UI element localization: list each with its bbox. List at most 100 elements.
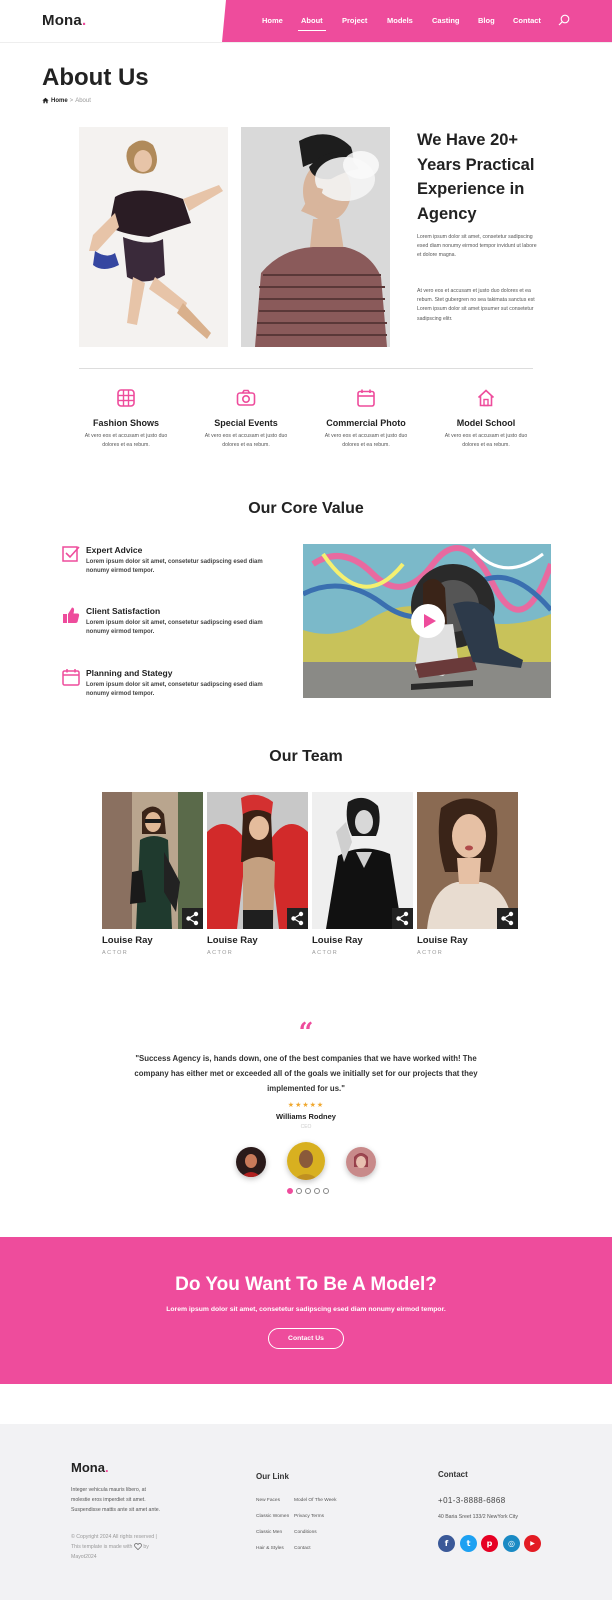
testimonial-pagination <box>287 1188 329 1194</box>
breadcrumb-home[interactable]: Home <box>51 98 68 104</box>
footer-copyright: © Copyright 2024 All rights reserved | T… <box>71 1534 157 1560</box>
section-divider <box>79 368 533 369</box>
value-desc: Lorem ipsum dolor sit amet, consetetur s… <box>86 682 263 697</box>
value-title: Expert Advice <box>86 545 143 555</box>
nav-casting[interactable]: Casting <box>432 16 460 25</box>
pagination-dot[interactable] <box>323 1188 329 1194</box>
breadcrumb-separator: > <box>69 97 74 104</box>
team-title: Our Team <box>269 748 343 765</box>
footer-link[interactable]: Conditions <box>294 1530 317 1535</box>
calendar-icon <box>62 669 80 686</box>
testimonial-author: Williams Rodney <box>276 1112 336 1121</box>
pagination-dot[interactable] <box>305 1188 311 1194</box>
facebook-icon[interactable]: f <box>438 1535 455 1552</box>
footer-link[interactable]: Hair & Styles <box>256 1546 284 1551</box>
intro-paragraph-2: At vero eos et accusam et justo duo dolo… <box>417 288 535 322</box>
footer-link[interactable]: New Faces <box>256 1498 280 1503</box>
footer-phone: +01-3-8888-6868 <box>438 1496 506 1505</box>
dancer-photo <box>79 127 228 347</box>
member-role: ACTOR <box>102 950 129 956</box>
checkbox-icon <box>62 546 80 562</box>
smoking-man-photo <box>241 127 390 347</box>
testimonial-avatar[interactable] <box>236 1147 266 1177</box>
calendar-icon <box>357 389 375 407</box>
member-photo <box>312 792 413 929</box>
nav-home[interactable]: Home <box>262 16 283 25</box>
footer-about: Integer vehicula mauris libero, at moles… <box>71 1487 161 1513</box>
breadcrumb-current: About <box>75 97 91 104</box>
member-role: ACTOR <box>312 950 339 956</box>
pinterest-icon[interactable]: p <box>481 1535 498 1552</box>
page-title: About Us <box>42 64 149 91</box>
value-title: Planning and Stategy <box>86 668 173 678</box>
share-icon <box>291 911 304 926</box>
nav-project[interactable]: Project <box>342 16 367 25</box>
share-icon <box>186 911 199 926</box>
instagram-icon[interactable]: ◎ <box>503 1535 520 1552</box>
contact-us-button[interactable]: Contact Us <box>268 1328 344 1349</box>
service-title: Commercial Photo <box>326 418 406 428</box>
footer-link[interactable]: Classic Women <box>256 1514 289 1519</box>
team-member-card: Louise Ray ACTOR <box>417 792 518 956</box>
thumbs-up-icon <box>63 607 80 623</box>
member-name: Louise Ray <box>417 935 468 946</box>
share-button[interactable] <box>182 908 203 929</box>
camera-icon <box>236 389 256 406</box>
service-title: Fashion Shows <box>92 418 159 428</box>
footer-link[interactable]: Contact <box>294 1546 311 1551</box>
team-member-card: Louise Ray ACTOR <box>102 792 203 956</box>
member-name: Louise Ray <box>312 935 363 946</box>
site-footer: Mona. Integer vehicula mauris libero, at… <box>0 1424 612 1600</box>
footer-link[interactable]: Model Of The Week <box>294 1498 336 1503</box>
cta-title: Do You Want To Be A Model? <box>175 1274 437 1295</box>
cta-banner: Do You Want To Be A Model? Lorem ipsum d… <box>0 1237 612 1384</box>
share-button[interactable] <box>287 908 308 929</box>
cta-text: Lorem ipsum dolor sit amet, consetetur s… <box>166 1306 446 1313</box>
footer-contact-title: Contact <box>438 1470 468 1479</box>
testimonial-author-role: CEO <box>300 1124 312 1130</box>
testimonial-avatar[interactable] <box>346 1147 376 1177</box>
share-button[interactable] <box>497 908 518 929</box>
team-member-card: Louise Ray ACTOR <box>312 792 413 956</box>
service-title: Special Events <box>214 418 278 428</box>
testimonial-avatar-active[interactable] <box>287 1142 325 1180</box>
play-button[interactable] <box>411 604 445 638</box>
heart-icon <box>133 1543 142 1551</box>
service-desc: At vero eos et accusam et justo duo dolo… <box>444 433 528 448</box>
video-thumbnail[interactable] <box>303 544 551 698</box>
intro-heading: We Have 20+ Years Practical Experience i… <box>417 131 535 223</box>
value-desc: Lorem ipsum dolor sit amet, consetetur s… <box>86 559 263 574</box>
pagination-dot[interactable] <box>296 1188 302 1194</box>
share-button[interactable] <box>392 908 413 929</box>
footer-address: 40 Baria Sreet 133/2 NewYork City <box>438 1514 518 1520</box>
member-photo <box>102 792 203 929</box>
pagination-dot[interactable] <box>314 1188 320 1194</box>
service-fashion-shows: Fashion Shows At vero eos et accusam et … <box>78 388 174 450</box>
footer-link[interactable]: Classic Men <box>256 1530 282 1535</box>
core-value-title: Our Core Value <box>248 500 364 517</box>
site-logo[interactable]: Mona. <box>42 12 86 29</box>
service-desc: At vero eos et accusam et justo duo dolo… <box>324 433 408 448</box>
member-photo <box>417 792 518 929</box>
pagination-dot[interactable] <box>287 1188 293 1194</box>
testimonial-quote: "Success Agency is, hands down, one of t… <box>134 1054 478 1093</box>
nav-blog[interactable]: Blog <box>478 16 495 25</box>
service-desc: At vero eos et accusam et justo duo dolo… <box>204 433 288 448</box>
nav-contact[interactable]: Contact <box>513 16 541 25</box>
nav-models[interactable]: Models <box>387 16 413 25</box>
member-role: ACTOR <box>207 950 234 956</box>
youtube-icon[interactable]: ▶ <box>524 1535 541 1552</box>
footer-link[interactable]: Privacy Terms <box>294 1514 324 1519</box>
team-member-card: Louise Ray ACTOR <box>207 792 308 956</box>
site-header: Mona. Home About Project Models Casting … <box>0 0 612 43</box>
member-role: ACTOR <box>417 950 444 956</box>
search-icon[interactable] <box>558 14 570 26</box>
member-photo <box>207 792 308 929</box>
value-title: Client Satisfaction <box>86 606 161 616</box>
nav-about[interactable]: About <box>298 16 326 31</box>
service-special-events: Special Events At vero eos et accusam et… <box>198 388 294 450</box>
grid-frame-icon <box>117 389 135 407</box>
twitter-icon[interactable]: t <box>460 1535 477 1552</box>
footer-logo[interactable]: Mona. <box>71 1460 109 1475</box>
service-commercial-photo: Commercial Photo At vero eos et accusam … <box>318 388 414 450</box>
